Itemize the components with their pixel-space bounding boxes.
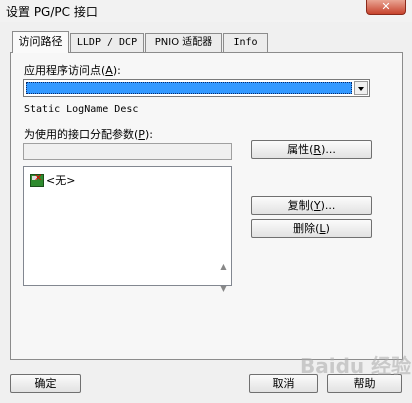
properties-button[interactable]: 属性(R)... [251,140,372,159]
tab-pnio-adapter[interactable]: PNIO 适配器 [145,33,222,52]
static-logname: Static LogName Desc [24,104,139,115]
spin-down-icon[interactable]: ▼ [216,281,231,297]
tab-access-path[interactable]: 访问路径 [12,31,69,53]
interface-params-label: 为使用的接口分配参数(P): [24,128,153,141]
scroll-spinner[interactable]: ▲ ▼ [216,259,231,299]
chevron-down-icon[interactable] [354,81,368,95]
access-point-selected [26,82,352,94]
list-item[interactable]: <无> [30,172,75,188]
watermark: Baidu 经验 [300,354,412,378]
access-point-label: 应用程序访问点(A): [24,64,121,77]
interface-param-field[interactable] [23,143,232,160]
close-button[interactable]: ✕ [366,0,406,15]
tab-lldp-dcp[interactable]: LLDP / DCP [70,33,144,52]
delete-button[interactable]: 删除(L) [251,219,372,238]
close-icon: ✕ [381,0,391,13]
window-title: 设置 PG/PC 接口 [6,5,98,19]
tab-info[interactable]: Info [223,33,268,52]
copy-button[interactable]: 复制(Y)... [251,196,372,215]
spin-up-icon[interactable]: ▲ [216,259,231,275]
access-point-select[interactable] [23,79,370,97]
interface-list[interactable]: <无> [23,166,232,286]
network-adapter-icon [30,173,44,187]
ok-button[interactable]: 确定 [10,374,81,393]
